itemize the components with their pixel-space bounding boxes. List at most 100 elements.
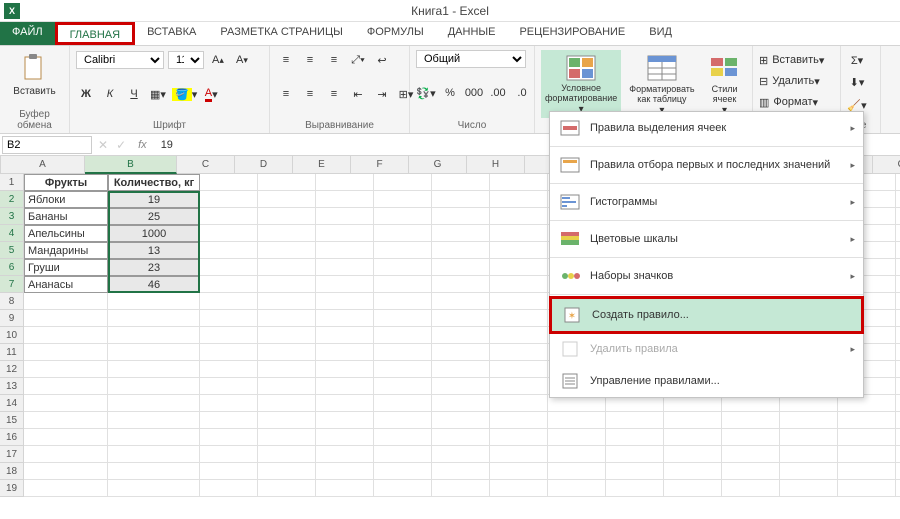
cell-M16[interactable] [780,429,838,446]
cell-D3[interactable] [258,208,316,225]
col-header-F[interactable]: F [351,156,409,174]
cell-B18[interactable] [108,463,200,480]
tab-home[interactable]: ГЛАВНАЯ [55,22,135,45]
cell-D11[interactable] [258,344,316,361]
cell-A16[interactable] [24,429,108,446]
cell-B14[interactable] [108,395,200,412]
tab-file[interactable]: ФАЙЛ [0,22,55,45]
cell-F15[interactable] [374,412,432,429]
number-format-select[interactable]: Общий [416,50,526,68]
paste-button[interactable]: Вставить [6,50,63,99]
cell-H17[interactable] [490,446,548,463]
cell-K15[interactable] [664,412,722,429]
cell-B3[interactable]: 25 [108,208,200,225]
cell-F7[interactable] [374,276,432,293]
cell-C12[interactable] [200,361,258,378]
dec-decimal-icon[interactable]: .0 [512,83,532,103]
indent-inc-icon[interactable]: ⇥ [372,84,392,104]
cell-B16[interactable] [108,429,200,446]
cell-I15[interactable] [548,412,606,429]
row-header-18[interactable]: 18 [0,463,24,480]
align-left-icon[interactable]: ≡ [276,84,296,104]
font-size-select[interactable]: 11 [168,51,204,69]
cell-J16[interactable] [606,429,664,446]
cell-A7[interactable]: Ананасы [24,276,108,293]
cell-L18[interactable] [722,463,780,480]
cell-H10[interactable] [490,327,548,344]
cell-G16[interactable] [432,429,490,446]
cell-G7[interactable] [432,276,490,293]
cell-G19[interactable] [432,480,490,497]
cell-H2[interactable] [490,191,548,208]
decrease-font-icon[interactable]: A▾ [232,50,252,70]
format-as-table-button[interactable]: Форматировать как таблицу▾ [623,50,700,118]
cell-D8[interactable] [258,293,316,310]
cell-E10[interactable] [316,327,374,344]
cell-D13[interactable] [258,378,316,395]
cell-O14[interactable] [896,395,900,412]
cell-A8[interactable] [24,293,108,310]
row-header-13[interactable]: 13 [0,378,24,395]
cell-D16[interactable] [258,429,316,446]
cell-E8[interactable] [316,293,374,310]
cell-G10[interactable] [432,327,490,344]
align-top-icon[interactable]: ≡ [276,50,296,70]
col-header-D[interactable]: D [235,156,293,174]
cell-O1[interactable] [896,174,900,191]
enter-icon[interactable]: ✓ [116,138,126,152]
cell-I16[interactable] [548,429,606,446]
cell-K17[interactable] [664,446,722,463]
cell-A9[interactable] [24,310,108,327]
row-header-16[interactable]: 16 [0,429,24,446]
cell-styles-button[interactable]: Стили ячеек▾ [703,50,747,118]
cell-D10[interactable] [258,327,316,344]
cell-G5[interactable] [432,242,490,259]
row-header-14[interactable]: 14 [0,395,24,412]
cell-N15[interactable] [838,412,896,429]
cell-H16[interactable] [490,429,548,446]
fx-icon[interactable]: fx [138,139,147,151]
cell-E4[interactable] [316,225,374,242]
cell-C11[interactable] [200,344,258,361]
cell-H13[interactable] [490,378,548,395]
underline-button[interactable]: Ч [124,84,144,104]
cell-E12[interactable] [316,361,374,378]
cell-D4[interactable] [258,225,316,242]
cell-M17[interactable] [780,446,838,463]
row-header-12[interactable]: 12 [0,361,24,378]
cell-G14[interactable] [432,395,490,412]
cell-A2[interactable]: Яблоки [24,191,108,208]
align-bottom-icon[interactable]: ≡ [324,50,344,70]
cell-K16[interactable] [664,429,722,446]
cell-I18[interactable] [548,463,606,480]
currency-icon[interactable]: 💱▾ [416,83,436,103]
cell-G1[interactable] [432,174,490,191]
cell-O10[interactable] [896,327,900,344]
cell-E17[interactable] [316,446,374,463]
tab-view[interactable]: ВИД [637,22,684,45]
cell-B7[interactable]: 46 [108,276,200,293]
cell-D7[interactable] [258,276,316,293]
fill-icon[interactable]: ⬇▾ [847,73,867,93]
cell-A14[interactable] [24,395,108,412]
row-header-9[interactable]: 9 [0,310,24,327]
tab-layout[interactable]: РАЗМЕТКА СТРАНИЦЫ [208,22,354,45]
cell-O2[interactable] [896,191,900,208]
italic-button[interactable]: К [100,84,120,104]
cell-G6[interactable] [432,259,490,276]
cell-D15[interactable] [258,412,316,429]
orientation-icon[interactable]: ⤢▾ [348,50,368,70]
inc-decimal-icon[interactable]: .00 [488,83,508,103]
row-header-8[interactable]: 8 [0,293,24,310]
row-header-1[interactable]: 1 [0,174,24,191]
cell-B6[interactable]: 23 [108,259,200,276]
cell-H19[interactable] [490,480,548,497]
cell-O19[interactable] [896,480,900,497]
cell-G13[interactable] [432,378,490,395]
row-header-3[interactable]: 3 [0,208,24,225]
cell-O9[interactable] [896,310,900,327]
cell-F18[interactable] [374,463,432,480]
cell-M15[interactable] [780,412,838,429]
cell-O7[interactable] [896,276,900,293]
row-header-2[interactable]: 2 [0,191,24,208]
